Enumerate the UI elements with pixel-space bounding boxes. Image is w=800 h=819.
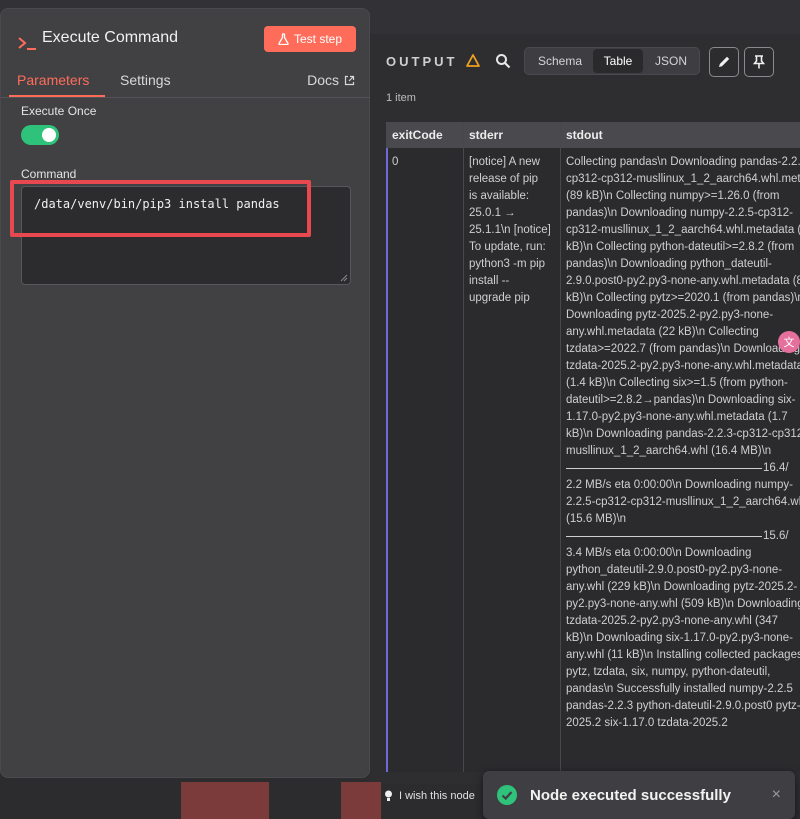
stdout-line: pandas\n Successfully installed numpy-2.… <box>566 683 793 695</box>
execute-once-label: Execute Once <box>21 104 97 118</box>
panel-tabs: Parameters Settings Docs <box>1 64 371 98</box>
node-title: Execute Command <box>42 29 179 46</box>
stderr-line: To update, run: <box>469 241 546 253</box>
stdout-line: 3.4 MB/s eta 0:00:00\n Downloading <box>566 547 752 559</box>
stdout-line: kB)\n Collecting pytz>=2020.1 (from pand… <box>566 292 800 304</box>
progress-rule-line: 15.6/ <box>566 528 794 545</box>
stdout-line: py2.py3-none-any.whl (509 kB)\n Download… <box>566 598 800 610</box>
stdout-line: pandas)\n Downloading python_dateutil- <box>566 258 772 270</box>
stderr-line: is available: <box>469 190 530 202</box>
output-panel: OUTPUT Schema Table JSON 1 item exitCode… <box>370 34 800 784</box>
tab-parameters[interactable]: Parameters <box>17 72 89 88</box>
progress-rule-line: 16.4/ <box>566 460 794 477</box>
active-tab-indicator <box>9 95 105 97</box>
stdout-line: kB)\n Collecting python-dateutil>=2.8.2 … <box>566 241 795 253</box>
output-table: exitCode stderr stdout 0 [notice] A new r… <box>386 122 800 772</box>
column-header-exitcode: exitCode <box>386 122 463 148</box>
annotation-highlight-box <box>10 180 311 237</box>
cell-stderr[interactable]: [notice] A new release of pip is available… <box>463 148 560 772</box>
stderr-line: 25.1.1\n [notice] <box>469 224 551 236</box>
command-label: Command <box>21 167 77 181</box>
pin-output-button[interactable] <box>744 47 774 77</box>
warning-icon <box>466 54 480 67</box>
stdout-line: any.whl (229 kB)\n Downloading pytz-2025… <box>566 581 798 593</box>
stdout-line: cp312-cp312-musllinux_1_2_aarch64.whl.me… <box>566 173 800 185</box>
stdout-line: tzdata-2025.2-py2.py3-none-any.whl (347 <box>566 615 779 627</box>
toggle-knob <box>42 128 56 142</box>
row-selection-indicator <box>386 148 388 772</box>
edit-output-button[interactable] <box>709 47 739 77</box>
search-icon[interactable] <box>495 53 511 69</box>
terminal-icon <box>18 37 36 50</box>
tab-settings[interactable]: Settings <box>120 72 171 88</box>
stdout-line: cp312-musllinux_1_2_aarch64.whl.metadata… <box>566 224 800 236</box>
parameters-panel: Execute Command Test step Parameters Set… <box>0 8 371 778</box>
stdout-line: (89 kB)\n Collecting numpy>=1.26.0 (from <box>566 190 780 202</box>
column-header-stderr: stderr <box>463 122 560 148</box>
resize-handle-icon[interactable] <box>340 274 348 282</box>
flask-icon <box>278 33 289 45</box>
stdout-line: python_dateutil-2.9.0.post0-py2.py3-none… <box>566 564 783 576</box>
column-header-stdout: stdout <box>560 122 800 148</box>
stdout-line: any.whl.metadata (22 kB)\n Collecting <box>566 326 759 338</box>
stderr-line: python3 -m pip <box>469 258 546 270</box>
stdout-line: pytz, tzdata, six, numpy, python-dateuti… <box>566 666 771 678</box>
stdout-line: any.whl (11 kB)\n Installing collected p… <box>566 649 800 661</box>
feedback-text: I wish this node <box>399 790 475 802</box>
stderr-line: install -- <box>469 275 510 287</box>
stdout-line: Downloading pytz-2025.2-py2.py3-none- <box>566 309 774 321</box>
stdout-line: 2.9.0.post0-py2.py3-none-any.whl.metadat… <box>566 275 800 287</box>
column-divider <box>463 122 464 772</box>
stderr-line: [notice] A new <box>469 156 540 168</box>
stdout-line: (15.6 MB)\n <box>566 513 627 525</box>
cell-exitcode[interactable]: 0 <box>386 148 463 772</box>
stdout-line: tzdata-2025.2-py2.py3-none-any.whl.metad… <box>566 360 800 372</box>
stdout-line: kB)\n Downloading six-1.17.0-py2.py3-non… <box>566 632 793 644</box>
stdout-line: 1.17.0-py2.py3-none-any.whl.metadata (1.… <box>566 411 788 423</box>
pin-icon <box>753 55 765 69</box>
stdout-line: 2025.2 six-1.17.0 tzdata-2025.2 <box>566 717 728 729</box>
stdout-line: pandas)\n Downloading numpy-2.2.5-cp312- <box>566 207 793 219</box>
translate-icon[interactable]: 文 <box>778 331 800 353</box>
output-title: OUTPUT <box>386 54 458 69</box>
stderr-line: upgrade pip <box>469 292 530 304</box>
pencil-icon <box>719 56 730 67</box>
success-toast: Node executed successfully × <box>483 771 795 819</box>
stdout-line: 2.2 MB/s eta 0:00:00\n Downloading numpy… <box>566 479 793 491</box>
cell-stdout[interactable]: Collecting pandas\n Downloading pandas-2… <box>560 148 800 772</box>
stdout-line: musllinux_1_2_aarch64.whl (16.4 MB)\n <box>566 445 772 457</box>
view-json[interactable]: JSON <box>645 48 697 74</box>
stdout-line: 2.2.5-cp312-cp312-musllinux_1_2_aarch64.… <box>566 496 800 508</box>
stdout-line: Collecting pandas\n Downloading pandas-2… <box>566 156 800 168</box>
stdout-line: kB)\n Downloading pandas-2.2.3-cp312-cp3… <box>566 428 800 440</box>
stdout-line: tzdata>=2022.7 (from pandas)\n Downloadi… <box>566 343 800 355</box>
stderr-line: 25.0.1 → <box>469 207 516 219</box>
view-mode-switch: Schema Table JSON <box>524 47 700 75</box>
check-circle-icon <box>497 785 517 805</box>
view-table[interactable]: Table <box>593 49 643 73</box>
close-icon[interactable]: × <box>772 786 781 804</box>
stdout-line: (1.4 kB)\n Collecting six>=1.5 (from pyt… <box>566 377 788 389</box>
toast-message: Node executed successfully <box>530 787 731 804</box>
view-schema[interactable]: Schema <box>529 48 591 74</box>
stdout-line: dateutil>=2.8.2→pandas)\n Downloading si… <box>566 394 796 406</box>
feedback-bar[interactable]: I wish this node <box>370 782 490 810</box>
external-link-icon <box>344 75 355 85</box>
column-divider <box>560 122 561 772</box>
canvas-node-fragment <box>181 782 269 819</box>
stdout-line: pandas-2.2.3 python-dateutil-2.9.0.post0… <box>566 700 800 712</box>
docs-link[interactable]: Docs <box>307 72 355 88</box>
execute-once-toggle[interactable] <box>21 125 59 145</box>
item-count: 1 item <box>386 92 416 104</box>
lightbulb-icon <box>385 790 392 801</box>
test-step-button[interactable]: Test step <box>264 26 356 52</box>
test-step-label: Test step <box>293 32 343 46</box>
docs-label: Docs <box>307 72 339 88</box>
stderr-line: release of pip <box>469 173 539 185</box>
